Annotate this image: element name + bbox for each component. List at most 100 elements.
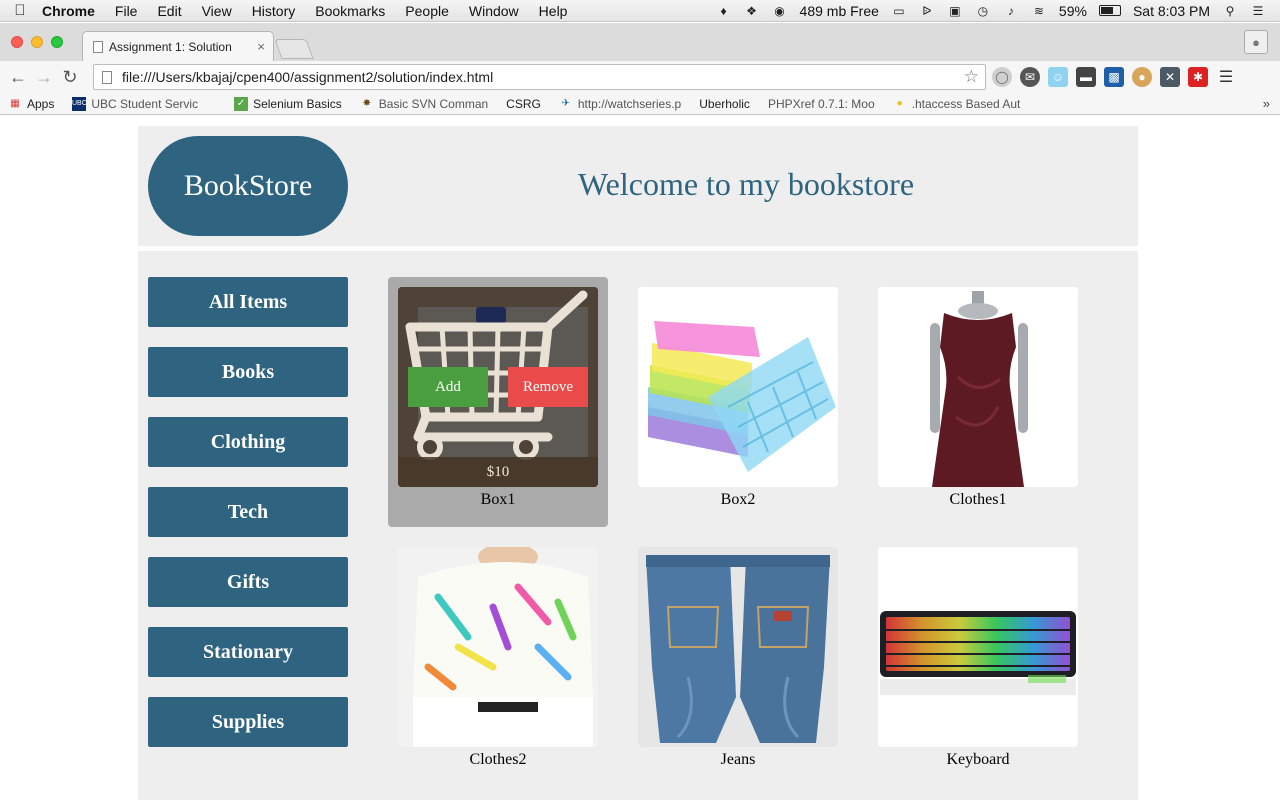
add-to-cart-button[interactable]: Add xyxy=(408,367,488,407)
mac-menu-bar:  Chrome File Edit View History Bookmark… xyxy=(0,0,1280,22)
menu-app-chrome[interactable]: Chrome xyxy=(40,3,105,19)
bookmark-uberholic[interactable]: Uberholic xyxy=(0,97,750,222)
memory-icon[interactable]: ◉ xyxy=(772,4,788,18)
zoom-window-button[interactable] xyxy=(51,36,63,48)
burgundy-dress-image xyxy=(878,287,1078,487)
price-text: $10 xyxy=(486,463,510,480)
bookmark-phpxref[interactable]: PHPXref 0.7.1: Moo xyxy=(0,97,875,222)
nav-all-items-button[interactable]: All Items xyxy=(148,277,348,327)
notification-center-icon[interactable]: ☰ xyxy=(1250,4,1266,18)
back-arrow-icon[interactable]: ← xyxy=(5,64,31,90)
lock-icon[interactable]: ▣ xyxy=(947,4,963,18)
bookmark-htaccess[interactable]: ● .htaccess Based Aut xyxy=(893,97,1021,111)
dropbox-icon[interactable]: ❖ xyxy=(744,4,760,18)
browser-toolbar: ← → ↻ file:///Users/kbajaj/cpen400/assig… xyxy=(0,61,1280,93)
product-image-box1[interactable]: Add Remove $10 xyxy=(398,287,598,487)
product-image-box2[interactable] xyxy=(638,287,838,487)
bookmark-apps[interactable]: ▦ Apps xyxy=(8,97,54,111)
product-image-clothes1[interactable] xyxy=(878,287,1078,487)
watchseries-icon: ✈ xyxy=(561,98,571,109)
battery-icon[interactable] xyxy=(1098,5,1121,16)
apple-icon[interactable]:  xyxy=(0,2,40,19)
extension-asterisk-icon[interactable]: ✱ xyxy=(1188,67,1208,87)
tab-assignment-solution[interactable]: Assignment 1: Solution × xyxy=(82,31,274,61)
page-icon xyxy=(93,40,103,53)
menu-file[interactable]: File xyxy=(105,3,148,19)
rgb-keyboard-image xyxy=(878,547,1078,747)
menu-view[interactable]: View xyxy=(192,3,242,19)
bookmark-basic-svn-commands[interactable]: ✸ Basic SVN Comman xyxy=(360,97,489,111)
menu-edit[interactable]: Edit xyxy=(147,3,191,19)
nav-clothing-button[interactable]: Clothing xyxy=(148,417,348,467)
notification-bell-icon[interactable]: ♦ xyxy=(716,4,732,18)
product-clothes1[interactable]: Clothes1 xyxy=(868,277,1088,527)
close-window-button[interactable] xyxy=(11,36,23,48)
product-image-jeans[interactable] xyxy=(638,547,838,747)
spotlight-search-icon[interactable]: ⚲ xyxy=(1222,4,1238,18)
bookstore-logo[interactable]: BookStore xyxy=(148,136,348,236)
nav-supplies-button[interactable]: Supplies xyxy=(148,697,348,747)
product-image-keyboard[interactable] xyxy=(878,547,1078,747)
bookmark-ubc-student-services[interactable]: UBC UBC Student Servic xyxy=(72,96,198,111)
plastic-boxes-image xyxy=(638,287,838,487)
url-text[interactable]: file:///Users/kbajaj/cpen400/assignment2… xyxy=(122,69,964,85)
airplay-icon[interactable]: ▭ xyxy=(891,4,907,18)
profile-avatar-icon[interactable]: ● xyxy=(1244,30,1268,54)
bookmarks-overflow-chevron-icon[interactable]: » xyxy=(1263,96,1270,111)
address-bar[interactable]: file:///Users/kbajaj/cpen400/assignment2… xyxy=(93,64,986,90)
product-name: Box1 xyxy=(480,491,516,508)
nav-tech-button[interactable]: Tech xyxy=(148,487,348,537)
bookmark-watchseries[interactable]: ✈ http://watchseries.p xyxy=(559,96,682,111)
clock[interactable]: Sat 8:03 PM xyxy=(1133,3,1210,19)
extension-x-icon[interactable]: ✕ xyxy=(1160,67,1180,87)
wifi-icon[interactable]: ≋ xyxy=(1031,4,1047,18)
extension-1-icon[interactable]: ◯ xyxy=(992,67,1012,87)
extension-cookie-icon[interactable]: ● xyxy=(1132,67,1152,87)
extension-mask-icon[interactable]: ▬ xyxy=(1076,67,1096,87)
extension-chat-icon[interactable]: ✉ xyxy=(1020,67,1040,87)
time-machine-icon[interactable]: ◷ xyxy=(975,4,991,18)
tab-strip: Assignment 1: Solution × ● xyxy=(0,23,1280,61)
bookmark-label: Apps xyxy=(27,96,55,111)
battery-percent[interactable]: 59% xyxy=(1059,3,1087,19)
minimize-window-button[interactable] xyxy=(31,36,43,48)
volume-icon[interactable]: ♪ xyxy=(1003,4,1019,18)
product-image-clothes2[interactable] xyxy=(398,547,598,747)
memory-free-text[interactable]: 489 mb Free xyxy=(800,3,879,19)
bookmark-label: Selenium Basics xyxy=(253,96,342,111)
nav-books-button[interactable]: Books xyxy=(148,347,348,397)
product-keyboard[interactable]: Keyboard xyxy=(868,537,1088,787)
new-tab-button[interactable] xyxy=(274,39,314,59)
svn-icon: ✸ xyxy=(362,98,371,109)
welcome-heading: Welcome to my bookstore xyxy=(578,166,915,202)
bookmark-label: http://watchseries.p xyxy=(577,96,682,111)
bookmarks-bar: ▦ Apps UBC UBC Student Servic ✓ Selenium… xyxy=(0,93,1280,222)
product-name: Keyboard xyxy=(946,751,1010,768)
bookmark-selenium-basics[interactable]: ✓ Selenium Basics xyxy=(234,96,342,111)
nav-gifts-button[interactable]: Gifts xyxy=(148,557,348,607)
remove-from-cart-button[interactable]: Remove xyxy=(508,367,588,407)
product-jeans[interactable]: Jeans xyxy=(628,537,848,787)
bookmark-csrg[interactable]: CSRG xyxy=(0,97,541,222)
menu-history[interactable]: History xyxy=(242,3,306,19)
product-box1[interactable]: Add Remove $10 Box1 xyxy=(388,277,608,527)
menu-help[interactable]: Help xyxy=(529,3,578,19)
site-header: BookStore Welcome to my bookstore xyxy=(138,126,1138,246)
tab-close-icon[interactable]: × xyxy=(257,39,265,54)
forward-arrow-icon[interactable]: → xyxy=(31,64,57,90)
chrome-menu-icon[interactable]: ☰ xyxy=(1216,67,1236,87)
menu-bookmarks[interactable]: Bookmarks xyxy=(305,3,395,19)
menu-window[interactable]: Window xyxy=(459,3,529,19)
product-box2[interactable]: Box2 xyxy=(628,277,848,527)
reload-icon[interactable]: ↻ xyxy=(57,64,83,90)
nav-stationary-button[interactable]: Stationary xyxy=(148,627,348,677)
extension-chart-icon[interactable]: ▩ xyxy=(1104,67,1124,87)
menu-people[interactable]: People xyxy=(395,3,459,19)
extension-face-icon[interactable]: ☺ xyxy=(1048,67,1068,87)
checkbox-icon: ✓ xyxy=(234,96,249,111)
ubc-icon: UBC xyxy=(72,96,87,111)
extensions-area: ◯ ✉ ☺ ▬ ▩ ● ✕ ✱ ☰ xyxy=(992,67,1236,87)
bookmark-star-icon[interactable]: ☆ xyxy=(964,67,985,87)
product-clothes2[interactable]: Clothes2 xyxy=(388,537,608,787)
bluetooth-icon[interactable]: ᐉ xyxy=(919,4,935,18)
